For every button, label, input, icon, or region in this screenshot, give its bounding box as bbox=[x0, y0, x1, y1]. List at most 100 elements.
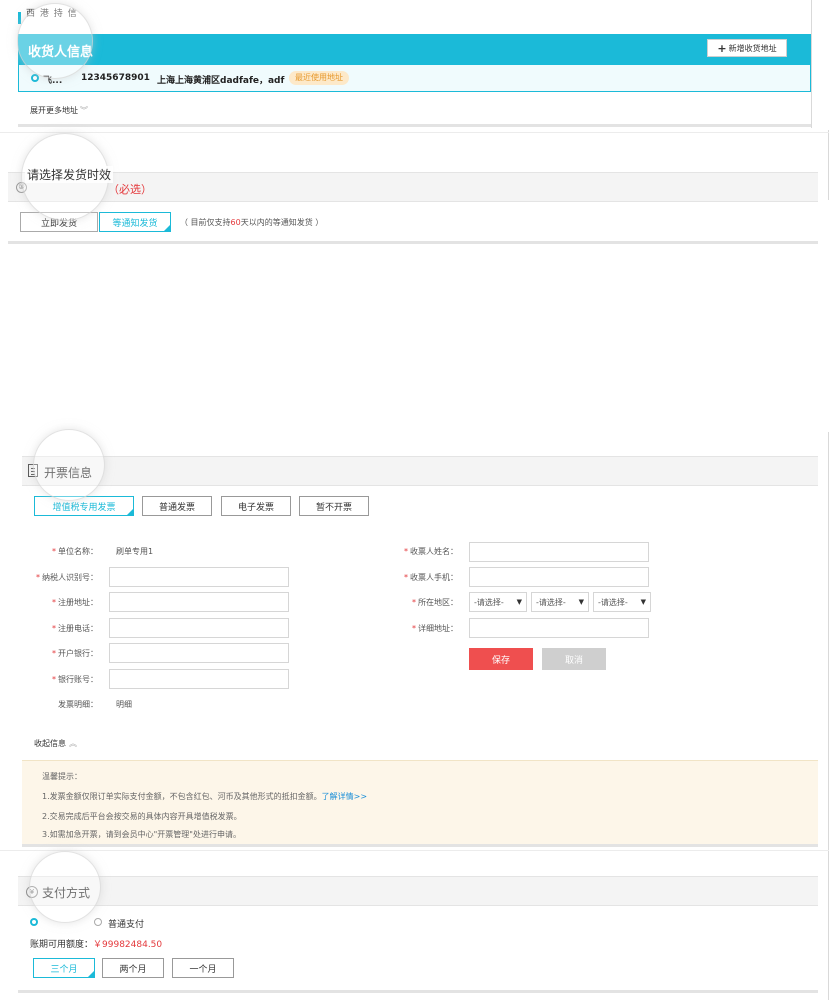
reg-phone-input[interactable] bbox=[109, 618, 289, 638]
invoice-type-label: 增值税专用发票 bbox=[52, 502, 116, 513]
receiver-name-input[interactable] bbox=[469, 542, 649, 562]
document-icon bbox=[28, 464, 38, 477]
caret-down-icon: ▼ bbox=[640, 598, 646, 606]
tips-line-2: 2.交易完成后平台会按交易的具体内容开具增值税发票。 bbox=[42, 812, 242, 821]
select-value: -请选择- bbox=[598, 597, 628, 607]
selected-corner-icon bbox=[87, 970, 95, 978]
delivery-option-label: 等通知发货 bbox=[112, 218, 158, 229]
bank-account-input[interactable] bbox=[109, 669, 289, 689]
address-item[interactable]: 飞... 12345678901 上海上海黄浦区dadfafe，adf 最近使用… bbox=[18, 64, 811, 92]
credit-label: 账期可用额度： bbox=[30, 940, 94, 950]
payment-title: 支付方式 bbox=[42, 886, 91, 900]
cancel-button[interactable]: 取消 bbox=[542, 648, 606, 670]
collapse-label: 收起信息 bbox=[34, 739, 66, 748]
period-one-month[interactable]: 一个月 bbox=[172, 958, 234, 978]
learn-more-link[interactable]: 了解详情>> bbox=[322, 792, 367, 801]
caret-down-icon: ▼ bbox=[516, 598, 522, 606]
delivery-header: ③ （必选） bbox=[8, 172, 818, 202]
note-days: 60 bbox=[230, 218, 241, 227]
invoice-section: 开票信息 增值税专用发票 普通发票 电子发票 暂不开票 * 单位名称： 刷单专用1… bbox=[22, 456, 818, 848]
invoice-type-label: 普通发票 bbox=[158, 502, 195, 513]
invoice-title: 开票信息 bbox=[44, 466, 93, 480]
required-text: （必选） bbox=[108, 183, 152, 196]
payment-section: ¥ 支付方式 普通支付 账期可用额度：￥99982484.50 三个月 两个月 … bbox=[18, 876, 818, 994]
delivery-section: ③ （必选） 立即发货 等通知发货 （ 目前仅支持60天以内的等通知发货 ） bbox=[8, 172, 818, 244]
chevron-up-icon: ︽ bbox=[69, 739, 77, 748]
divider bbox=[0, 132, 829, 133]
address-phone: 12345678901 bbox=[81, 73, 150, 83]
wallet-icon: ¥ bbox=[26, 886, 38, 898]
field-label-receiver-phone: * 收票人手机： bbox=[404, 573, 458, 582]
tips-box: 温馨提示： 1.发票金额仅限订单实际支付金额，不包含红包、河币及其他形式的抵扣金… bbox=[22, 760, 818, 844]
select-value: -请选择- bbox=[474, 597, 504, 607]
delivery-option-immediate[interactable]: 立即发货 bbox=[20, 212, 98, 232]
expand-more-addresses[interactable]: 展开更多地址 ︾ bbox=[30, 105, 88, 116]
credit-amount: ￥99982484.50 bbox=[93, 940, 163, 950]
detail-address-input[interactable] bbox=[469, 618, 649, 638]
section-bottom bbox=[18, 124, 811, 127]
invoice-type-vat[interactable]: 增值税专用发票 bbox=[34, 496, 134, 516]
invoice-type-electronic[interactable]: 电子发票 bbox=[221, 496, 291, 516]
section-edge bbox=[811, 0, 812, 128]
address-detail: 上海上海黄浦区dadfafe，adf bbox=[157, 76, 285, 86]
invoice-type-none[interactable]: 暂不开票 bbox=[299, 496, 369, 516]
selected-corner-icon bbox=[126, 508, 134, 516]
section-bottom bbox=[22, 844, 818, 847]
period-label: 一个月 bbox=[189, 964, 217, 975]
save-button[interactable]: 保存 bbox=[469, 648, 533, 670]
field-label-tax-id: * 纳税人识别号： bbox=[36, 573, 98, 582]
section-bottom bbox=[8, 241, 818, 244]
chevron-down-icon: ︾ bbox=[80, 106, 88, 115]
invoice-type-label: 电子发票 bbox=[237, 502, 274, 513]
note-suffix: 天以内的等通知发货 ） bbox=[240, 218, 324, 227]
address-radio[interactable] bbox=[31, 74, 39, 82]
add-address-button[interactable]: + 新增收货地址 bbox=[707, 39, 787, 57]
consignee-title: 收货人信息 bbox=[28, 45, 94, 60]
field-label-detail-address: * 详细地址： bbox=[412, 624, 458, 633]
delivery-option-label: 立即发货 bbox=[40, 218, 77, 229]
period-two-months[interactable]: 两个月 bbox=[102, 958, 164, 978]
company-name-value: 刷单专用1 bbox=[116, 547, 154, 556]
note-prefix: （ 目前仅支持 bbox=[180, 218, 231, 227]
period-three-months[interactable]: 三个月 bbox=[33, 958, 95, 978]
plus-icon: + bbox=[717, 41, 727, 55]
field-label-region: * 所在地区： bbox=[412, 598, 458, 607]
field-label-reg-phone: * 注册电话： bbox=[52, 624, 98, 633]
district-select[interactable]: -请选择- ▼ bbox=[593, 592, 651, 612]
field-label-reg-address: * 注册地址： bbox=[52, 598, 98, 607]
delivery-note: （ 目前仅支持60天以内的等通知发货 ） bbox=[180, 217, 323, 228]
invoice-header: 开票信息 bbox=[22, 456, 818, 486]
address-name: 飞... bbox=[43, 76, 63, 86]
field-label-bank: * 开户银行： bbox=[52, 649, 98, 658]
field-label-company: * 单位名称： bbox=[52, 547, 98, 556]
province-select[interactable]: -请选择- ▼ bbox=[469, 592, 527, 612]
receiver-phone-input[interactable] bbox=[469, 567, 649, 587]
select-value: -请选择- bbox=[536, 597, 566, 607]
divider bbox=[0, 850, 829, 851]
delivery-title: 请选择发货时效 bbox=[25, 166, 114, 183]
consignee-header: 收货人信息 + 新增收货地址 bbox=[18, 34, 811, 64]
invoice-detail-value: 明细 bbox=[116, 700, 132, 709]
cut-heading: 西 港 持 信 bbox=[26, 9, 78, 19]
tips-title: 温馨提示： bbox=[42, 772, 82, 781]
field-label-invoice-detail: 发票明细： bbox=[58, 700, 98, 709]
bank-input[interactable] bbox=[109, 643, 289, 663]
invoice-type-normal[interactable]: 普通发票 bbox=[142, 496, 212, 516]
delivery-option-wait[interactable]: 等通知发货 bbox=[99, 212, 171, 232]
invoice-type-label: 暂不开票 bbox=[315, 502, 352, 513]
selected-corner-icon bbox=[163, 224, 171, 232]
payment-method-normal-radio[interactable] bbox=[94, 918, 102, 926]
section-bottom bbox=[18, 990, 818, 993]
section-marker bbox=[18, 12, 21, 24]
tax-id-input[interactable] bbox=[109, 567, 289, 587]
tips-line-1: 1.发票金额仅限订单实际支付金额，不包含红包、河币及其他形式的抵扣金额。了解详情… bbox=[42, 792, 368, 801]
collapse-info[interactable]: 收起信息 ︽ bbox=[34, 738, 77, 749]
period-label: 三个月 bbox=[50, 964, 78, 975]
payment-method-credit-radio[interactable] bbox=[30, 918, 38, 926]
city-select[interactable]: -请选择- ▼ bbox=[531, 592, 589, 612]
period-label: 两个月 bbox=[119, 964, 147, 975]
step-icon: ③ bbox=[16, 182, 27, 193]
expand-more-label: 展开更多地址 bbox=[30, 106, 78, 115]
tips-line-3: 3.如需加急开票，请到会员中心"开票管理"处进行申请。 bbox=[42, 830, 241, 839]
reg-address-input[interactable] bbox=[109, 592, 289, 612]
